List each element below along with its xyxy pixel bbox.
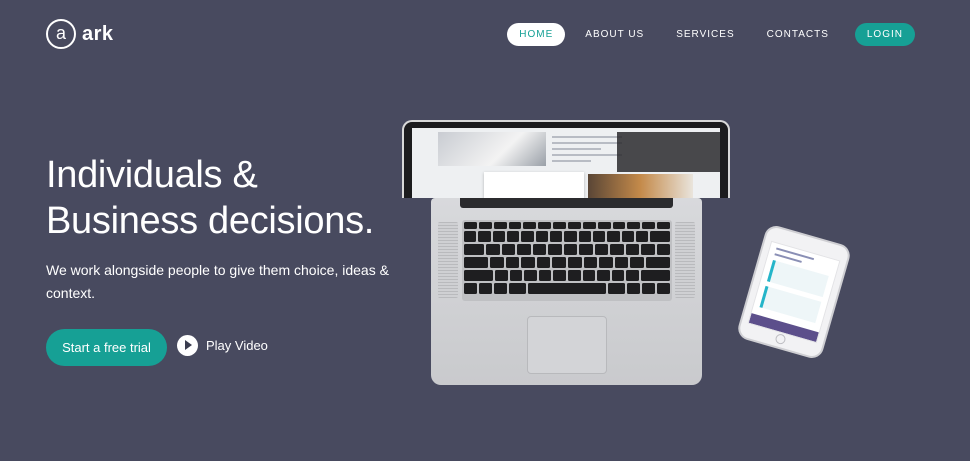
phone-body xyxy=(735,223,853,361)
screen-photo-secondary xyxy=(588,174,693,198)
phone-screen xyxy=(747,240,841,344)
laptop-keyboard xyxy=(462,220,672,301)
nav-item-home[interactable]: HOME xyxy=(507,23,566,46)
hero-headline-line2: Business decisions. xyxy=(46,200,375,242)
speaker-grille-right xyxy=(675,222,695,298)
screen-keyboard-reflection xyxy=(617,132,720,172)
hero-subtext: We work alongside people to give them ch… xyxy=(46,262,389,301)
laptop-screen xyxy=(412,128,720,198)
phone-illustration xyxy=(735,223,853,361)
logo-mark-icon: a xyxy=(46,19,76,49)
screen-photo xyxy=(438,132,546,166)
hero-headline-line1: Individuals & xyxy=(46,154,258,196)
laptop-base xyxy=(431,198,702,385)
main-nav: HOME ABOUT US SERVICES CONTACTS LOGIN xyxy=(499,23,915,46)
brand-name: ark xyxy=(82,22,114,45)
laptop-illustration xyxy=(402,120,732,385)
nav-item-services[interactable]: SERVICES xyxy=(664,23,746,46)
login-button[interactable]: LOGIN xyxy=(854,23,915,46)
play-video-button[interactable]: Play Video xyxy=(177,335,268,356)
play-video-label: Play Video xyxy=(206,338,268,353)
brand-logo[interactable]: a ark xyxy=(46,19,114,49)
hero-headline: Individuals & Business decisions. xyxy=(46,152,374,244)
nav-item-about-us[interactable]: ABOUT US xyxy=(573,23,656,46)
laptop-trackpad xyxy=(527,316,607,374)
nav-item-contacts[interactable]: CONTACTS xyxy=(755,23,841,46)
screen-text-lines xyxy=(552,136,622,166)
speaker-grille-left xyxy=(438,222,458,298)
start-free-trial-button[interactable]: Start a free trial xyxy=(46,329,167,366)
play-icon xyxy=(177,335,198,356)
laptop-hinge xyxy=(460,198,673,208)
laptop-lid xyxy=(402,120,730,198)
screen-card xyxy=(484,172,584,198)
phone-home-button xyxy=(774,332,787,346)
